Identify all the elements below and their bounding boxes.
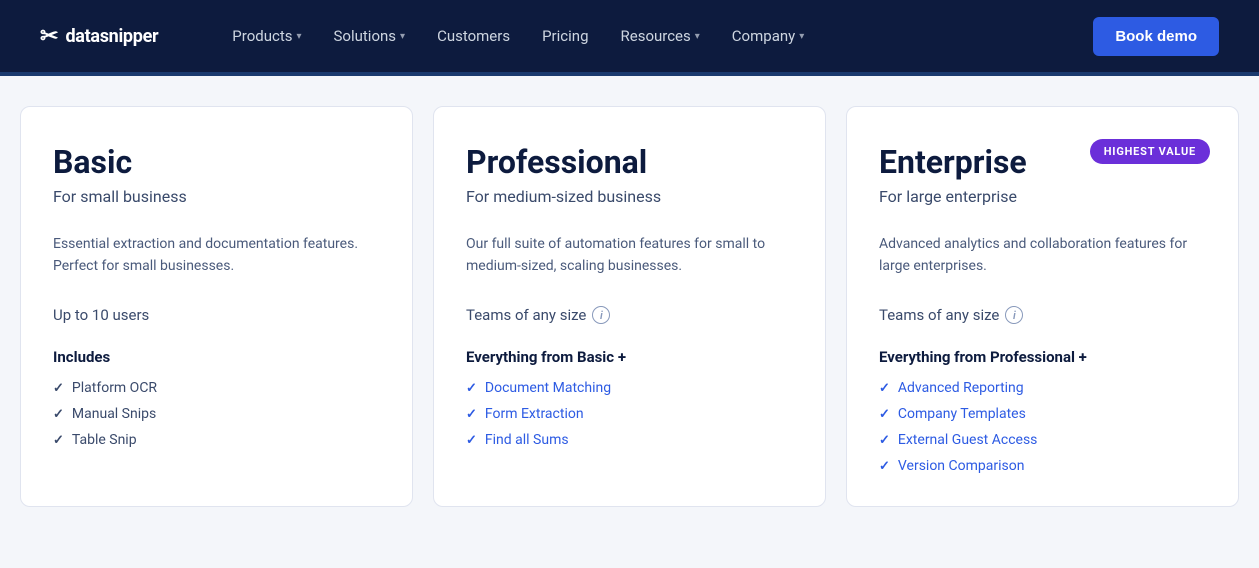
plan-name-professional: Professional [466,143,793,181]
feature-list-enterprise: ✓ Advanced Reporting ✓ Company Templates… [879,380,1206,474]
nav-item-solutions[interactable]: Solutions ▾ [320,19,420,53]
nav-item-pricing[interactable]: Pricing [528,19,602,53]
check-icon: ✓ [466,381,477,396]
includes-heading-professional: Everything from Basic + [466,348,793,366]
pricing-section: Basic For small business Essential extra… [0,76,1259,547]
chevron-down-icon: ▾ [400,31,405,42]
chevron-down-icon: ▾ [296,31,301,42]
plan-subtitle-enterprise: For large enterprise [879,187,1206,206]
pricing-card-basic: Basic For small business Essential extra… [20,106,413,507]
feature-item: ✓ Manual Snips [53,406,380,422]
feature-list-professional: ✓ Document Matching ✓ Form Extraction ✓ … [466,380,793,448]
highest-value-badge: HIGHEST VALUE [1090,139,1210,164]
check-icon: ✓ [53,433,64,448]
navigation: ✂ datasnipper Products ▾ Solutions ▾ Cus… [0,0,1259,72]
feature-item: ✓ Version Comparison [879,458,1206,474]
book-demo-button[interactable]: Book demo [1093,17,1219,56]
check-icon: ✓ [879,407,890,422]
check-icon: ✓ [879,459,890,474]
includes-heading-enterprise: Everything from Professional + [879,348,1206,366]
check-icon: ✓ [53,407,64,422]
feature-item: ✓ External Guest Access [879,432,1206,448]
feature-item: ✓ Company Templates [879,406,1206,422]
check-icon: ✓ [466,407,477,422]
plan-description-basic: Essential extraction and documentation f… [53,234,380,286]
nav-item-customers[interactable]: Customers [423,19,524,53]
plan-description-professional: Our full suite of automation features fo… [466,234,793,286]
info-icon: i [592,306,610,324]
includes-heading-basic: Includes [53,348,380,366]
plan-users-enterprise: Teams of any size i [879,306,1206,324]
feature-list-basic: ✓ Platform OCR ✓ Manual Snips ✓ Table Sn… [53,380,380,448]
chevron-down-icon: ▾ [799,31,804,42]
plan-subtitle-basic: For small business [53,187,380,206]
logo-text: datasnipper [65,26,158,47]
plan-subtitle-professional: For medium-sized business [466,187,793,206]
check-icon: ✓ [53,381,64,396]
check-icon: ✓ [879,433,890,448]
pricing-card-professional: Professional For medium-sized business O… [433,106,826,507]
logo-icon: ✂ [40,24,57,49]
chevron-down-icon: ▾ [695,31,700,42]
feature-item: ✓ Table Snip [53,432,380,448]
feature-item: ✓ Platform OCR [53,380,380,396]
plan-description-enterprise: Advanced analytics and collaboration fea… [879,234,1206,286]
feature-item: ✓ Advanced Reporting [879,380,1206,396]
check-icon: ✓ [466,433,477,448]
feature-item: ✓ Find all Sums [466,432,793,448]
info-icon: i [1005,306,1023,324]
nav-item-company[interactable]: Company ▾ [718,19,818,53]
pricing-card-enterprise: HIGHEST VALUE Enterprise For large enter… [846,106,1239,507]
logo[interactable]: ✂ datasnipper [40,24,158,49]
check-icon: ✓ [879,381,890,396]
nav-links: Products ▾ Solutions ▾ Customers Pricing… [218,19,1093,53]
plan-name-basic: Basic [53,143,380,181]
nav-item-products[interactable]: Products ▾ [218,19,315,53]
feature-item: ✓ Document Matching [466,380,793,396]
nav-item-resources[interactable]: Resources ▾ [607,19,714,53]
feature-item: ✓ Form Extraction [466,406,793,422]
plan-users-professional: Teams of any size i [466,306,793,324]
plan-users-basic: Up to 10 users [53,306,380,324]
